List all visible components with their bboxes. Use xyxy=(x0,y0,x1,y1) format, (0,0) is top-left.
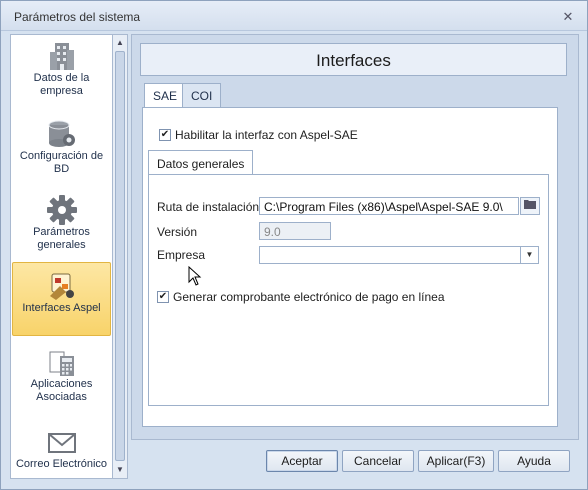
accept-button[interactable]: Aceptar xyxy=(266,450,338,472)
main-panel: Interfaces SAE COI ✔ Habilitar la interf… xyxy=(131,34,579,440)
apply-button[interactable]: Aplicar(F3) xyxy=(418,450,494,472)
enable-interface-checkbox-row[interactable]: ✔ Habilitar la interfaz con Aspel-SAE xyxy=(159,128,358,142)
sidebar-item-correo-electronico[interactable]: Correo Electrónico xyxy=(12,425,111,475)
sidebar-item-label: Configuración de BD xyxy=(19,150,104,175)
sae-tab-panel: ✔ Habilitar la interfaz con Aspel-SAE Da… xyxy=(142,107,558,427)
company-select[interactable] xyxy=(259,246,539,264)
sidebar-item-label: Interfaces Aspel xyxy=(22,302,101,314)
tab-sae[interactable]: SAE xyxy=(144,83,187,109)
chevron-down-icon[interactable]: ▼ xyxy=(520,246,538,264)
envelope-icon xyxy=(47,433,76,453)
generate-payment-checkbox[interactable]: ✔ xyxy=(157,291,169,303)
sidebar-item-label: Datos de la empresa xyxy=(33,72,90,97)
tab-datos-generales[interactable]: Datos generales xyxy=(148,150,254,175)
generate-payment-label: Generar comprobante electrónico de pago … xyxy=(173,290,445,304)
cancel-button[interactable]: Cancelar xyxy=(342,450,414,472)
datos-generales-panel: Ruta de instalación C:\Program Files (x8… xyxy=(148,174,549,406)
version-field: 9.0 xyxy=(259,222,331,240)
interfaces-icon xyxy=(49,273,74,300)
gear-icon xyxy=(46,195,77,225)
enable-interface-label: Habilitar la interfaz con Aspel-SAE xyxy=(175,128,358,142)
section-header: Interfaces xyxy=(140,43,567,76)
company-label: Empresa xyxy=(157,248,206,262)
database-gear-icon xyxy=(48,120,75,147)
install-path-label: Ruta de instalación xyxy=(157,200,260,214)
scroll-down-icon[interactable]: ▼ xyxy=(115,465,125,475)
generate-payment-checkbox-row[interactable]: ✔ Generar comprobante electrónico de pag… xyxy=(157,290,445,304)
version-label: Versión xyxy=(157,225,198,239)
sidebar-item-label: Parámetros generales xyxy=(33,226,90,251)
sidebar-item-datos-empresa[interactable]: Datos de la empresa xyxy=(12,39,111,105)
scroll-up-icon[interactable]: ▲ xyxy=(115,38,125,48)
sidebar-item-aplicaciones-asociadas[interactable]: Aplicaciones Asociadas xyxy=(12,345,111,411)
folder-icon xyxy=(524,200,536,209)
enable-interface-checkbox[interactable]: ✔ xyxy=(159,129,171,141)
sidebar-item-configuracion-bd[interactable]: Configuración de BD xyxy=(12,117,111,183)
mouse-cursor-icon xyxy=(188,266,202,286)
calculator-icon xyxy=(49,351,74,376)
dialog-footer: Aceptar Cancelar Aplicar(F3) Ayuda xyxy=(131,442,579,479)
tab-coi[interactable]: COI xyxy=(182,83,222,107)
title-bar: Parámetros del sistema ✕ xyxy=(1,1,587,31)
install-path-input[interactable]: C:\Program Files (x86)\Aspel\Aspel-SAE 9… xyxy=(259,197,519,215)
close-button[interactable]: ✕ xyxy=(561,10,575,24)
sidebar: Datos de la empresa Configuración de BD … xyxy=(10,34,113,479)
window-title: Parámetros del sistema xyxy=(14,10,141,24)
browse-folder-button[interactable] xyxy=(520,197,540,215)
scrollbar-thumb[interactable] xyxy=(115,51,125,461)
sidebar-item-label: Correo Electrónico xyxy=(15,458,108,470)
building-icon xyxy=(49,43,74,70)
sidebar-scrollbar[interactable]: ▲ ▼ xyxy=(113,34,128,479)
page-title: Interfaces xyxy=(316,51,391,70)
help-button[interactable]: Ayuda xyxy=(498,450,570,472)
sidebar-item-interfaces-aspel[interactable]: Interfaces Aspel xyxy=(12,262,111,336)
dialog-window: Parámetros del sistema ✕ Datos de la emp… xyxy=(0,0,588,490)
sidebar-item-parametros-generales[interactable]: Parámetros generales xyxy=(12,193,111,259)
sidebar-item-label: Aplicaciones Asociadas xyxy=(30,378,93,403)
